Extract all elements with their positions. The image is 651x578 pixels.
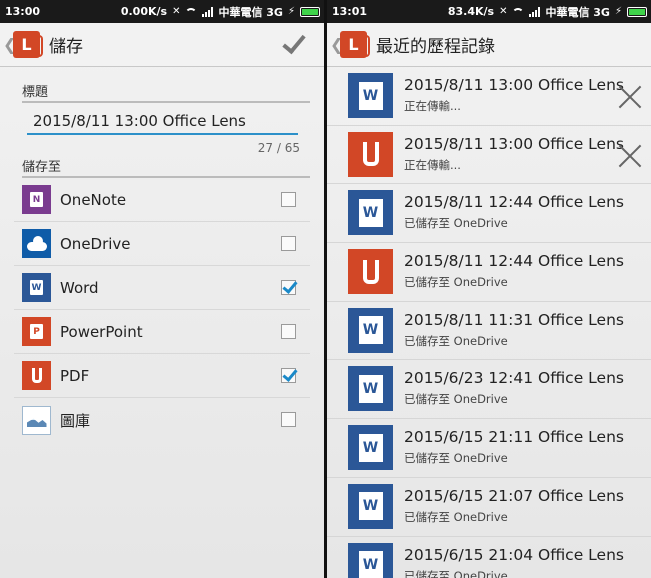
powerpoint-icon: P [22,317,51,346]
word-file-icon: W [348,190,393,236]
network-speed: 83.4K/s [447,5,495,18]
mute-icon: ✕ [172,6,181,17]
title-label: 標題 [22,81,310,103]
status-time: 13:00 [5,5,41,18]
pdf-checkbox[interactable] [281,368,296,383]
history-status: 已儲存至 OneDrive [404,333,508,348]
mute-icon: ✕ [499,6,508,17]
history-title: 2015/8/11 13:00 Office Lens [404,134,624,153]
history-title: 2015/8/11 12:44 Office Lens [404,193,624,212]
office-lens-logo[interactable]: L [340,31,370,58]
gallery-icon [22,405,51,435]
charging-icon: ⚡ [614,6,622,17]
history-status: 正在傳輸... [404,157,461,172]
destination-label: Word [60,278,99,297]
word-file-icon: W [348,366,393,412]
destination-list: N OneNote OneDrive W Word P PowerPoint P… [14,178,310,442]
save-screen: 13:00 0.00K/s ✕ 中華電信 3G ⚡ ❮ L 儲存 標題 2015… [0,0,324,578]
cancel-upload-icon[interactable] [618,144,642,168]
status-time: 13:01 [332,5,368,18]
battery-icon [627,6,647,17]
history-item[interactable]: W 2015/6/15 21:11 Office Lens 已儲存至 OneDriv… [327,419,651,478]
word-icon: W [22,273,51,302]
page-title: 最近的歷程記錄 [376,37,495,57]
onenote-icon: N [22,185,51,214]
carrier-label: 中華電信 3G [218,5,283,19]
app-bar: ❮ L 最近的歷程記錄 [327,23,651,67]
onedrive-icon [22,229,51,258]
save-to-label: 儲存至 [22,156,310,178]
destination-gallery[interactable]: 圖庫 [14,398,310,442]
history-item[interactable]: W 2015/8/11 13:00 Office Lens 正在傳輸... [327,67,651,126]
history-item[interactable]: W 2015/6/15 21:07 Office Lens 已儲存至 OneDriv… [327,478,651,537]
history-item[interactable]: 2015/8/11 13:00 Office Lens 正在傳輸... [327,126,651,185]
history-status: 已儲存至 OneDrive [404,568,508,578]
network-speed: 0.00K/s [120,5,168,18]
back-chevron-icon[interactable]: ❮ [3,35,16,54]
destination-powerpoint[interactable]: P PowerPoint [14,310,310,354]
word-file-icon: W [348,425,393,471]
signal-icon [529,6,541,17]
history-title: 2015/6/23 12:41 Office Lens [404,369,624,388]
history-title: 2015/6/15 21:11 Office Lens [404,428,624,447]
destination-onenote[interactable]: N OneNote [14,178,310,222]
history-list: W 2015/8/11 13:00 Office Lens 正在傳輸... 2015/… [327,67,651,578]
word-file-icon: W [348,307,393,353]
page-title: 儲存 [49,37,83,57]
status-bar: 13:00 0.00K/s ✕ 中華電信 3G ⚡ [0,0,324,23]
pdf-file-icon [348,249,393,295]
history-status: 已儲存至 OneDrive [404,509,508,524]
wifi-icon [512,7,525,20]
history-title: 2015/8/11 11:31 Office Lens [404,310,624,329]
confirm-check-icon[interactable] [280,29,310,59]
title-input[interactable]: 2015/8/11 13:00 Office Lens [27,105,298,135]
destination-label: OneDrive [60,234,131,253]
history-item[interactable]: W 2015/8/11 12:44 Office Lens 已儲存至 OneDriv… [327,184,651,244]
pdf-icon [22,361,51,390]
destination-label: PowerPoint [60,322,143,341]
history-title: 2015/6/15 21:04 Office Lens [404,545,624,564]
history-item[interactable]: W 2015/6/23 12:41 Office Lens 已儲存至 OneDriv… [327,360,651,420]
history-status: 已儲存至 OneDrive [404,451,508,466]
destination-label: 圖庫 [60,411,91,430]
word-file-icon: W [348,73,393,118]
word-file-icon: W [348,483,393,529]
history-status: 已儲存至 OneDrive [404,216,508,231]
onenote-checkbox[interactable] [281,192,296,207]
charging-icon: ⚡ [287,6,295,17]
destination-label: PDF [60,366,90,385]
history-screen: 13:01 83.4K/s ✕ 中華電信 3G ⚡ ❮ L 最近的歷程記錄 W2… [327,0,651,578]
word-checkbox[interactable] [281,280,296,295]
history-status: 正在傳輸... [404,99,461,113]
history-status: 已儲存至 OneDrive [404,275,508,290]
word-file-icon: W [348,542,393,578]
powerpoint-checkbox[interactable] [281,324,296,339]
history-title: 2015/6/15 21:07 Office Lens [404,486,624,505]
office-lens-logo[interactable]: L [13,31,43,58]
destination-onedrive[interactable]: OneDrive [14,222,310,266]
signal-icon [202,6,214,17]
history-status: 已儲存至 OneDrive [404,392,508,407]
history-item[interactable]: 2015/8/11 12:44 Office Lens 已儲存至 OneDrive [327,243,651,302]
cancel-upload-icon[interactable] [618,85,642,109]
history-item[interactable]: W 2015/8/11 11:31 Office Lens 已儲存至 OneDriv… [327,302,651,361]
destination-word[interactable]: W Word [14,266,310,310]
gallery-checkbox[interactable] [281,412,296,427]
battery-icon [300,6,320,17]
char-counter: 27 / 65 [257,141,300,155]
wifi-icon [185,7,198,20]
back-chevron-icon[interactable]: ❮ [330,35,343,54]
history-item[interactable]: W 2015/6/15 21:04 Office Lens 已儲存至 OneDriv… [327,537,651,578]
history-title: 2015/8/11 12:44 Office Lens [404,252,624,271]
carrier-label: 中華電信 3G [545,5,610,19]
destination-label: OneNote [60,190,127,209]
onedrive-checkbox[interactable] [281,236,296,251]
pdf-file-icon [348,131,393,177]
app-bar: ❮ L 儲存 [0,23,324,67]
destination-pdf[interactable]: PDF [14,354,310,398]
history-title: 2015/8/11 13:00 Office Lens [404,76,624,94]
status-bar: 13:01 83.4K/s ✕ 中華電信 3G ⚡ [327,0,651,23]
